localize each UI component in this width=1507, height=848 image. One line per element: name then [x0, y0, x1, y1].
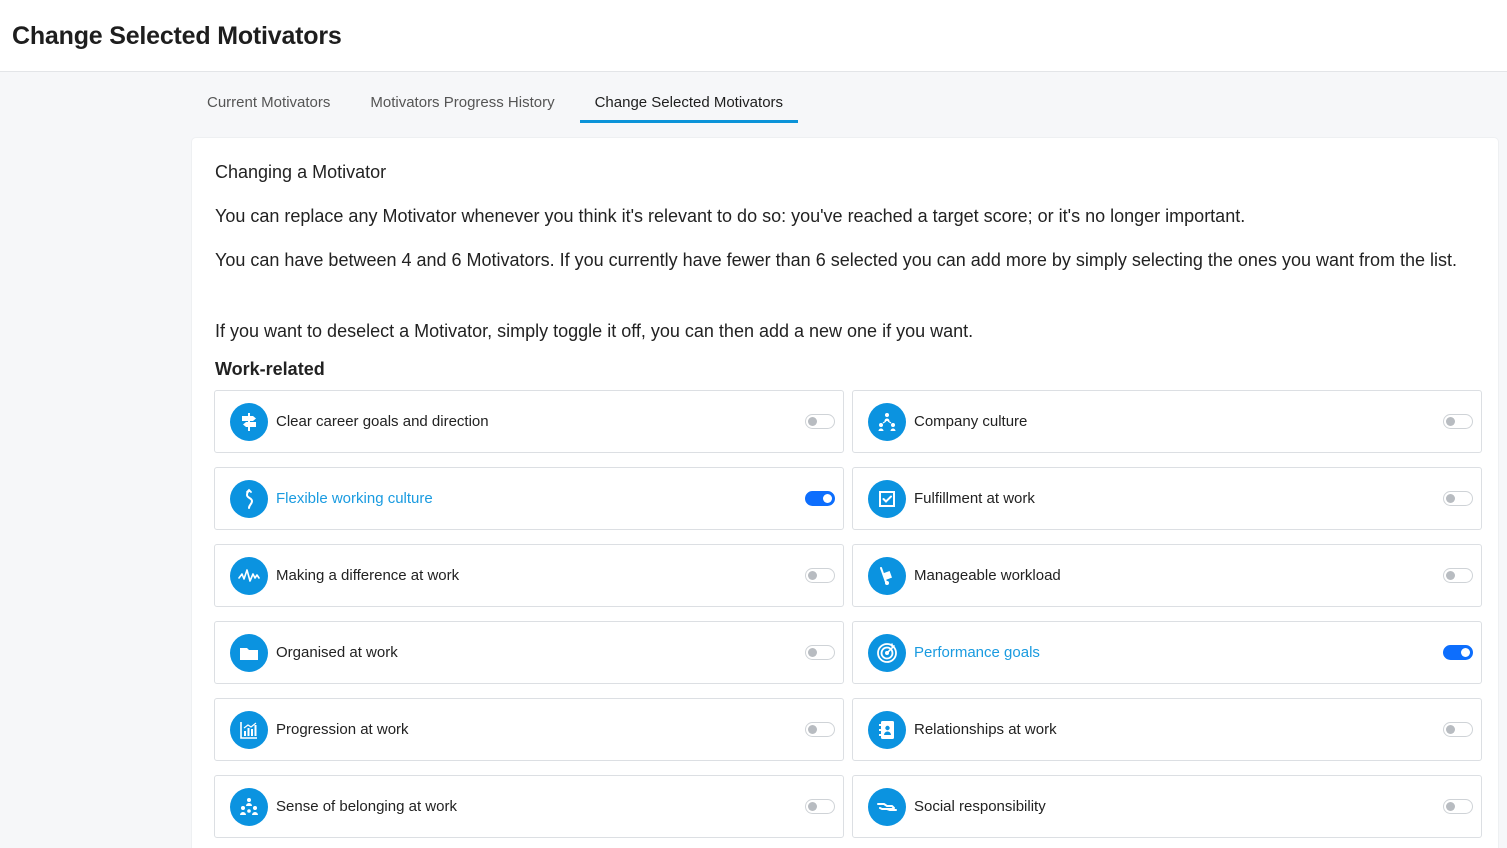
intro-paragraph-deselect: If you want to deselect a Motivator, sim…: [215, 321, 974, 341]
motivator-card-performance-goals[interactable]: Performance goals: [852, 621, 1482, 684]
group-icon: [230, 787, 268, 826]
motivators-panel: Changing a Motivator You can replace any…: [192, 138, 1498, 848]
motivator-toggle[interactable]: [1443, 645, 1473, 660]
motivator-card-making-a-difference[interactable]: Making a difference at work: [214, 544, 844, 607]
motivator-toggle[interactable]: [1443, 491, 1473, 506]
motivator-card-fulfillment-at-work[interactable]: Fulfillment at work: [852, 467, 1482, 530]
motivator-card-relationships-at-work[interactable]: Relationships at work: [852, 698, 1482, 761]
section-title-work-related: Work-related: [215, 359, 325, 379]
motivator-label: Flexible working culture: [276, 490, 433, 507]
motivator-grid: Clear career goals and direction Company…: [214, 390, 1482, 838]
motivator-card-manageable-workload[interactable]: Manageable workload: [852, 544, 1482, 607]
page-title: Change Selected Motivators: [12, 22, 342, 50]
tab-motivators-progress-history[interactable]: Motivators Progress History: [355, 84, 569, 123]
people-network-icon: [868, 402, 906, 441]
signpost-icon: [230, 402, 268, 441]
motivator-toggle[interactable]: [1443, 799, 1473, 814]
folder-icon: [230, 633, 268, 672]
motivator-toggle[interactable]: [1443, 568, 1473, 583]
motivator-card-sense-of-belonging[interactable]: Sense of belonging at work: [214, 775, 844, 838]
motivator-label: Sense of belonging at work: [276, 798, 457, 815]
motivator-toggle[interactable]: [1443, 722, 1473, 737]
motivator-card-social-responsibility[interactable]: Social responsibility: [852, 775, 1482, 838]
motivator-toggle[interactable]: [805, 414, 835, 429]
checkbox-icon: [868, 479, 906, 518]
motivator-label: Social responsibility: [914, 798, 1046, 815]
motivator-toggle[interactable]: [805, 799, 835, 814]
motivator-toggle[interactable]: [805, 491, 835, 506]
motivator-label: Making a difference at work: [276, 567, 460, 584]
intro-paragraph-replace: You can replace any Motivator whenever y…: [215, 206, 1246, 226]
motivator-toggle[interactable]: [805, 645, 835, 660]
motivator-label: Manageable workload: [914, 567, 1061, 584]
top-bar: Change Selected Motivators: [0, 0, 1507, 72]
winding-path-icon: [230, 479, 268, 518]
motivator-label: Performance goals: [914, 644, 1040, 661]
motivator-label: Relationships at work: [914, 721, 1057, 738]
motivator-label: Company culture: [914, 413, 1028, 430]
tab-change-selected-motivators[interactable]: Change Selected Motivators: [579, 84, 799, 123]
motivator-toggle[interactable]: [805, 722, 835, 737]
intro-paragraph-limit: You can have between 4 and 6 Motivators.…: [215, 250, 1458, 270]
motivator-card-organised-at-work[interactable]: Organised at work: [214, 621, 844, 684]
motivator-label: Fulfillment at work: [914, 490, 1035, 507]
hand-truck-icon: [868, 556, 906, 595]
pulse-icon: [230, 556, 268, 595]
intro-heading: Changing a Motivator: [215, 162, 387, 182]
motivator-label: Clear career goals and direction: [276, 413, 489, 430]
motivator-card-progression-at-work[interactable]: Progression at work: [214, 698, 844, 761]
handshake-icon: [868, 787, 906, 826]
target-icon: [868, 633, 906, 672]
motivator-card-flexible-working-culture[interactable]: Flexible working culture: [214, 467, 844, 530]
contact-book-icon: [868, 710, 906, 749]
tab-bar: Current Motivators Motivators Progress H…: [192, 84, 808, 124]
motivator-card-clear-career-goals[interactable]: Clear career goals and direction: [214, 390, 844, 453]
motivator-label: Organised at work: [276, 644, 398, 661]
tab-current-motivators[interactable]: Current Motivators: [192, 84, 345, 123]
motivator-toggle[interactable]: [1443, 414, 1473, 429]
motivator-card-company-culture[interactable]: Company culture: [852, 390, 1482, 453]
motivator-label: Progression at work: [276, 721, 409, 738]
motivator-toggle[interactable]: [805, 568, 835, 583]
bar-chart-icon: [230, 710, 268, 749]
